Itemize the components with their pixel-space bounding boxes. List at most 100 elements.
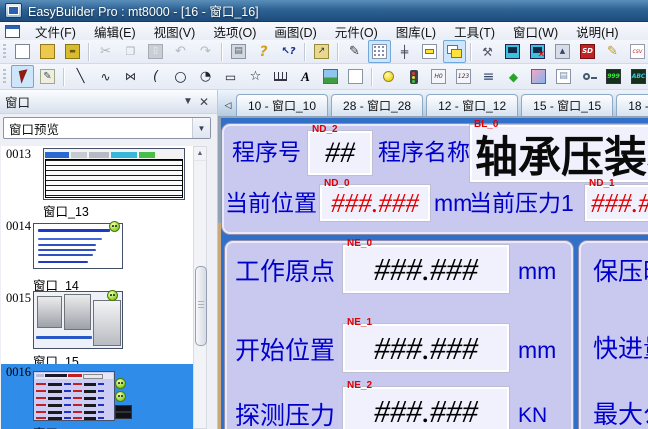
window-no-overlap-icon[interactable]	[443, 40, 466, 63]
scale-tool-icon[interactable]	[269, 65, 292, 88]
polyline-tool-icon[interactable]: ⋈	[119, 65, 142, 88]
window-settings-icon[interactable]: ✎	[36, 65, 59, 88]
side-parameters-panel[interactable]: 保压时 快进量 最大公	[578, 240, 648, 429]
hardware-key-icon[interactable]	[577, 65, 600, 88]
redo-icon[interactable]: ↷	[194, 40, 217, 63]
menu-item-1[interactable]: 编辑(E)	[85, 21, 145, 42]
pen-style-icon[interactable]: ✎	[343, 40, 366, 63]
paste-icon[interactable]: ▯	[144, 40, 167, 63]
window-thumbnail[interactable]	[33, 291, 123, 349]
memo-object-icon[interactable]: ▤	[552, 65, 575, 88]
offline-simulation-icon[interactable]	[526, 40, 549, 63]
param-field[interactable]: NE_0 ###.###	[343, 245, 509, 293]
window-list-item-0015[interactable]: 0015窗口_15	[1, 290, 193, 364]
multi-state-switch-icon[interactable]: ≡	[477, 65, 500, 88]
toolbar-grip[interactable]	[3, 69, 6, 85]
titlebar[interactable]: EasyBuilder Pro : mt8000 - [16 - 窗口_16]	[0, 0, 648, 22]
window-list-item-0014[interactable]: 0014窗口_14	[1, 218, 193, 290]
pie-tool-icon[interactable]: ◔	[194, 65, 217, 88]
print-icon[interactable]: ▤	[227, 40, 250, 63]
shape-object-icon[interactable]	[344, 65, 367, 88]
upload-icon[interactable]: ▲	[551, 40, 574, 63]
compile-icon[interactable]: ⚒	[476, 40, 499, 63]
window-tab-1[interactable]: 28 - 窗口_28	[331, 94, 423, 116]
sd-card-icon[interactable]: SD	[576, 40, 599, 63]
text-tool-icon[interactable]: A	[294, 65, 317, 88]
show-grid-icon[interactable]	[368, 40, 391, 63]
line-tool-icon[interactable]: ╲	[69, 65, 92, 88]
compile-icon: ⚒	[480, 44, 495, 59]
param-field[interactable]: NE_1 ###.###	[343, 324, 509, 372]
scrollbar-thumb[interactable]	[195, 266, 207, 346]
design-canvas[interactable]: 程序号 ND_2 ## 程序名称 BL_0 轴承压装机 当前位置 ND_0 ##…	[218, 116, 648, 429]
set-word-icon[interactable]: 123	[452, 65, 475, 88]
numeric-display-icon[interactable]: 999	[602, 65, 625, 88]
bezier-tool-icon[interactable]: ∿	[94, 65, 117, 88]
menu-item-5[interactable]: 元件(O)	[326, 21, 387, 42]
window-thumbnail[interactable]	[33, 371, 115, 421]
rectangle-tool-icon[interactable]: ▭	[219, 65, 242, 88]
pie-tool-icon: ◔	[198, 69, 213, 84]
circle-tool-icon[interactable]: ○	[169, 65, 192, 88]
copy-icon[interactable]: ❐	[119, 40, 142, 63]
panel-close-icon[interactable]: ✕	[196, 95, 212, 109]
param-field[interactable]: NE_2 ###.###	[343, 387, 509, 429]
bit-lamp-icon[interactable]	[377, 65, 400, 88]
menu-item-9[interactable]: 说明(H)	[567, 21, 627, 42]
ascii-display-icon[interactable]: ABC	[627, 65, 648, 88]
cut-icon[interactable]: ✂	[94, 40, 117, 63]
current-position-field[interactable]: ND_0 ###.###	[320, 185, 430, 221]
parameters-panel[interactable]: 工作原点 NE_0 ###.### mm 开始位置 NE_1 ###.### m…	[224, 240, 574, 429]
csv-file-icon[interactable]: csv	[626, 40, 648, 63]
circle-tool-icon: ○	[173, 69, 188, 84]
menu-item-8[interactable]: 窗口(W)	[504, 21, 567, 42]
arc-tool-icon[interactable]: (	[144, 65, 167, 88]
window-tab-2[interactable]: 12 - 窗口_12	[426, 94, 518, 116]
word-lamp-icon[interactable]	[402, 65, 425, 88]
screen-header-panel[interactable]: 程序号 ND_2 ## 程序名称 BL_0 轴承压装机 当前位置 ND_0 ##…	[221, 123, 648, 235]
snap-to-grid-icon[interactable]: ╪	[393, 40, 416, 63]
polygon-tool-icon[interactable]: ☆	[244, 65, 267, 88]
context-help-icon[interactable]: ↖?	[277, 40, 300, 63]
open-project-icon[interactable]	[36, 40, 59, 63]
toolbar-grip[interactable]	[3, 44, 6, 60]
select-tool-icon[interactable]	[11, 65, 34, 88]
window-thumbnail[interactable]	[33, 223, 123, 269]
undo-icon: ↶	[173, 44, 188, 59]
menu-item-7[interactable]: 工具(T)	[445, 21, 504, 42]
tab-scroll-left-icon[interactable]: ◁	[220, 96, 236, 114]
window-boundary-icon[interactable]	[418, 40, 441, 63]
window-thumbnail[interactable]	[43, 148, 185, 200]
picture-object-icon[interactable]	[319, 65, 342, 88]
menu-item-4[interactable]: 画图(D)	[265, 21, 325, 42]
program-no-field[interactable]: ND_2 ##	[308, 131, 372, 175]
mdi-child-icon[interactable]	[5, 25, 20, 38]
window-tab-4[interactable]: 18 - 窗口_1	[616, 94, 648, 116]
scroll-up-icon[interactable]: ▲	[194, 147, 206, 161]
new-file-icon[interactable]	[11, 40, 34, 63]
panel-menu-icon[interactable]: ▼	[180, 96, 196, 107]
save-project-icon[interactable]: ▬	[61, 40, 84, 63]
moving-shape-icon[interactable]: ◆	[502, 65, 525, 88]
program-no-label: 程序号	[232, 139, 301, 165]
menu-item-6[interactable]: 图库(L)	[387, 21, 445, 42]
menu-item-0[interactable]: 文件(F)	[26, 21, 85, 42]
download-icon[interactable]	[501, 40, 524, 63]
window-preview-combobox[interactable]: 窗口预览 ▼	[3, 117, 211, 139]
set-bit-icon[interactable]: H0	[427, 65, 450, 88]
window-list-scrollbar[interactable]: ▲	[193, 146, 207, 429]
export-window-icon[interactable]: ↗	[310, 40, 333, 63]
window-list-item-0016[interactable]: 0016窗口_16	[1, 364, 193, 429]
current-pressure-field[interactable]: ND_1 ###.###	[585, 185, 648, 221]
function-key-icon[interactable]	[527, 65, 550, 88]
chevron-down-icon[interactable]: ▼	[192, 118, 210, 138]
screen-title-field[interactable]: BL_0 轴承压装机	[470, 125, 648, 182]
window-list-item-0013[interactable]: 0013窗口_13	[1, 146, 193, 218]
menu-item-3[interactable]: 选项(O)	[204, 21, 265, 42]
undo-icon[interactable]: ↶	[169, 40, 192, 63]
help-icon[interactable]: ?	[252, 40, 275, 63]
window-tab-0[interactable]: 10 - 窗口_10	[236, 94, 328, 116]
recipe-editor-icon[interactable]: ✎	[601, 40, 624, 63]
menu-item-2[interactable]: 视图(V)	[145, 21, 205, 42]
window-tab-3[interactable]: 15 - 窗口_15	[521, 94, 613, 116]
